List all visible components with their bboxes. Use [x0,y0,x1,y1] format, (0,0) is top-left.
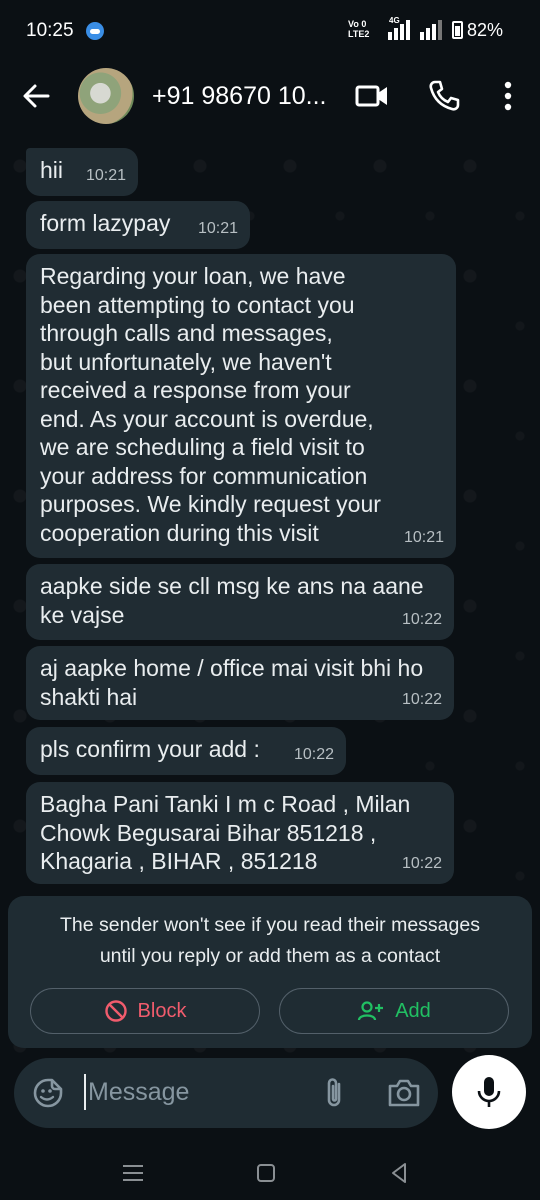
system-nav-bar [0,1148,540,1200]
recent-apps-icon[interactable] [118,1158,148,1188]
video-call-icon[interactable] [354,78,390,114]
signal-icon-2 [420,20,442,40]
unknown-sender-notice: The sender won't see if you read their m… [60,914,480,967]
cloud-icon [86,22,104,40]
unknown-sender-card: The sender won't see if you read their m… [8,896,532,1048]
message-time: 10:22 [293,745,334,763]
message-bubble[interactable]: pls confirm your add : 10:22 [26,727,346,775]
message-bubble[interactable]: form lazypay 10:21 [26,201,250,249]
home-icon[interactable] [251,1158,281,1188]
message-text: aapke side se cll msg ke ans na aane ke … [40,573,424,628]
battery-percent: 82% [467,20,504,40]
message-bubble[interactable]: Bagha Pani Tanki I m c Road , Milan Chow… [26,782,454,884]
message-bubble[interactable]: Regarding your loan, we have been attemp… [26,254,456,558]
message-bubble[interactable]: aj aapke home / office mai visit bhi ho … [26,646,454,720]
back-arrow-icon[interactable] [20,80,52,112]
text-cursor [84,1074,86,1110]
attach-icon[interactable] [318,1075,350,1111]
message-input[interactable] [88,1072,308,1112]
more-vert-icon[interactable] [490,78,526,114]
phone-icon[interactable] [426,78,462,114]
message-time: 10:22 [401,854,442,872]
camera-icon[interactable] [386,1077,422,1109]
voice-message-button[interactable] [452,1055,526,1129]
message-text: pls confirm your add : [40,736,260,762]
message-bubble[interactable]: hii 10:21 [26,148,138,196]
message-time: 10:21 [197,219,238,237]
mic-icon [477,1077,501,1107]
add-person-icon [358,1001,384,1021]
block-label: Block [137,999,187,1022]
battery-icon [452,21,463,39]
sticker-emoji-icon[interactable] [32,1077,64,1109]
message-text: Regarding your loan, we have been attemp… [40,263,381,546]
add-contact-button[interactable]: Add [279,988,509,1034]
message-bubble[interactable]: aapke side se cll msg ke ans na aane ke … [26,564,454,640]
message-text: aj aapke home / office mai visit bhi ho … [40,655,424,710]
add-label: Add [395,999,431,1022]
message-time: 10:21 [403,528,444,546]
status-bar: 10:25 Vo 0 LTE2 4G 82% [0,0,540,60]
back-nav-icon[interactable] [384,1158,414,1188]
message-text: Bagha Pani Tanki I m c Road , Milan Chow… [40,791,411,874]
message-composer[interactable] [14,1058,438,1128]
block-button[interactable]: Block [30,988,260,1034]
avatar[interactable] [78,68,134,124]
message-time: 10:22 [401,690,442,708]
contact-name[interactable]: +91 98670 10... [152,82,326,111]
block-icon [104,1000,127,1022]
message-time: 10:22 [401,610,442,628]
volte-indicator: Vo 0 LTE2 [348,19,370,39]
signal-icon [388,20,410,40]
message-time: 10:21 [85,166,126,184]
chat-header: +91 98670 10... [0,60,540,136]
status-time: 10:25 [26,20,74,41]
